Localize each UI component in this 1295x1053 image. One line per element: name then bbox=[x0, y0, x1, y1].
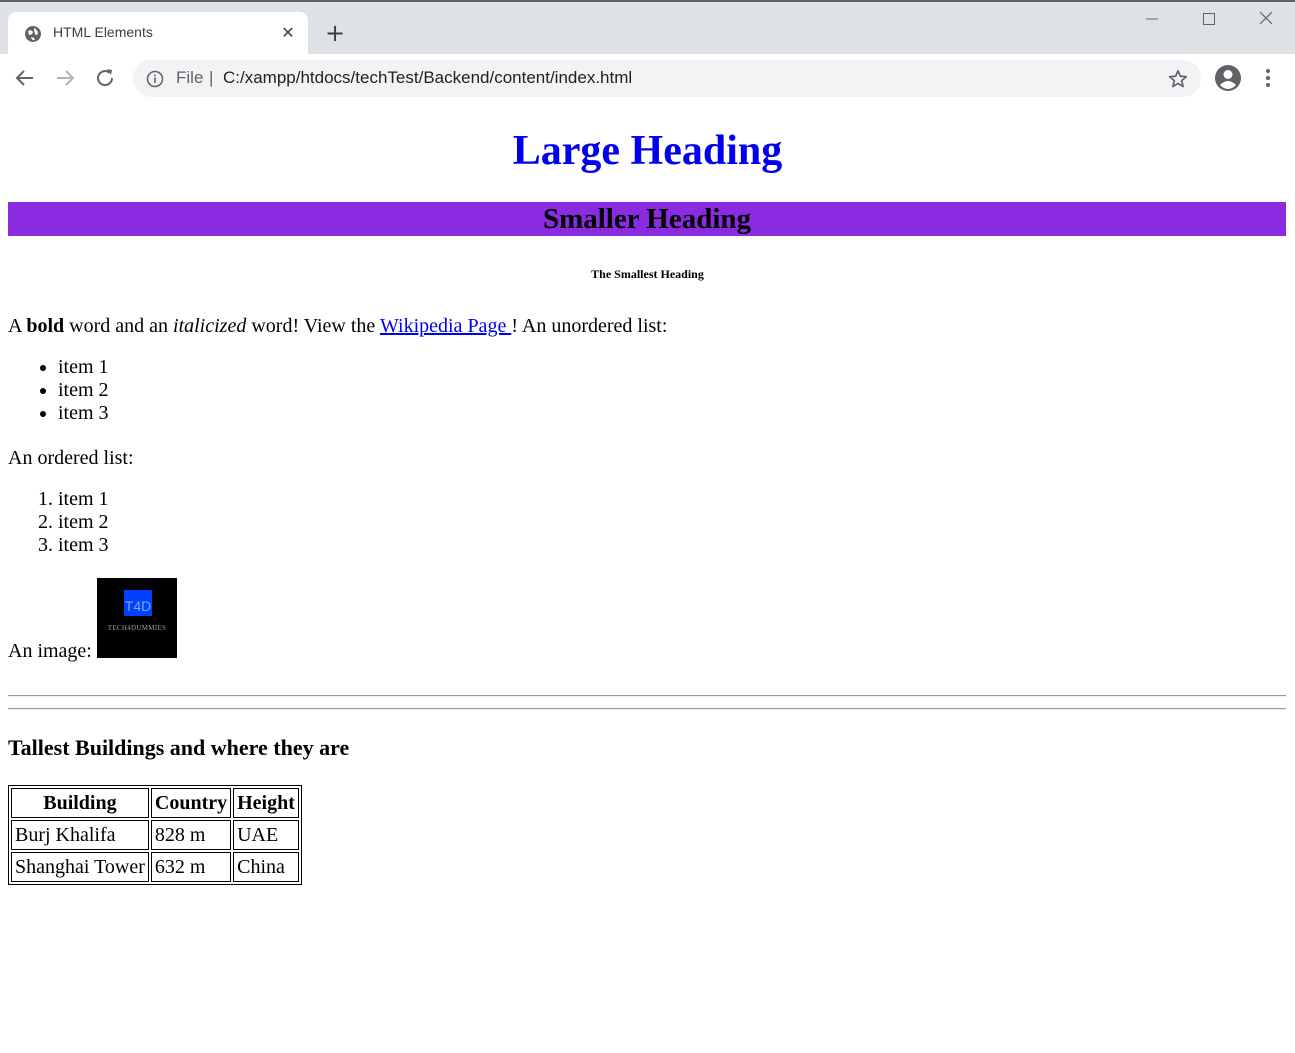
column-header: Building bbox=[11, 788, 149, 818]
url-text[interactable]: C:/xampp/htdocs/techTest/Backend/content… bbox=[223, 68, 632, 88]
list-item: item 1 bbox=[58, 356, 109, 379]
table-cell: Burj Khalifa bbox=[11, 820, 149, 850]
bookmark-star-icon[interactable] bbox=[1167, 68, 1189, 90]
wikipedia-link[interactable]: Wikipedia Page bbox=[380, 315, 511, 337]
horizontal-rule bbox=[8, 708, 1286, 710]
window-close-icon[interactable] bbox=[1251, 10, 1281, 34]
logo-text: T4D bbox=[124, 598, 152, 614]
tech4dummies-logo-image: T4D TECH4DUMMIES bbox=[97, 578, 177, 658]
logo-subtext: TECH4DUMMIES bbox=[107, 624, 167, 632]
italic-word: italicized bbox=[173, 315, 247, 337]
table-heading: Tallest Buildings and where they are bbox=[8, 735, 350, 760]
tab-strip: HTML Elements ✕ + bbox=[0, 2, 1295, 56]
bold-word: bold bbox=[26, 315, 65, 337]
image-label: An image: bbox=[8, 640, 92, 662]
para-text-2: word and an bbox=[64, 315, 174, 337]
table-row: Shanghai Tower 632 m China bbox=[11, 852, 299, 882]
para-text-4: ! An unordered list: bbox=[511, 315, 668, 337]
minimize-icon[interactable] bbox=[1137, 10, 1167, 34]
browser-tab[interactable]: HTML Elements ✕ bbox=[8, 12, 308, 56]
globe-icon bbox=[25, 26, 41, 42]
smaller-heading: Smaller Heading bbox=[8, 202, 1286, 236]
horizontal-rule bbox=[8, 695, 1286, 697]
list-item: item 3 bbox=[58, 534, 109, 557]
ordered-list: item 1 item 2 item 3 bbox=[18, 488, 109, 557]
buildings-table: Building Country Height Burj Khalifa 828… bbox=[8, 785, 302, 885]
unordered-list: item 1 item 2 item 3 bbox=[18, 356, 109, 425]
back-arrow-icon[interactable] bbox=[13, 66, 37, 90]
new-tab-button[interactable]: + bbox=[322, 20, 348, 46]
url-scheme-label: File bbox=[176, 68, 204, 87]
more-menu-icon[interactable] bbox=[1258, 66, 1278, 90]
table-row: Burj Khalifa 828 m UAE bbox=[11, 820, 299, 850]
list-item: item 2 bbox=[58, 379, 109, 402]
list-item: item 1 bbox=[58, 488, 109, 511]
smallest-heading: The Smallest Heading bbox=[591, 267, 704, 281]
table-cell: 632 m bbox=[150, 852, 232, 882]
large-heading: Large Heading bbox=[512, 128, 783, 174]
table-cell: China bbox=[233, 852, 299, 882]
browser-chrome: HTML Elements ✕ + File | C:/xampp/htdocs… bbox=[0, 0, 1295, 104]
reload-icon[interactable] bbox=[93, 66, 117, 90]
table-cell: UAE bbox=[233, 820, 299, 850]
ordered-list-label: An ordered list: bbox=[8, 447, 134, 469]
table-cell: Shanghai Tower bbox=[11, 852, 149, 882]
forward-arrow-icon[interactable] bbox=[53, 66, 77, 90]
column-header: Height bbox=[233, 788, 299, 818]
url-separator: | bbox=[209, 68, 214, 87]
list-item: item 3 bbox=[58, 402, 109, 425]
browser-toolbar: File | C:/xampp/htdocs/techTest/Backend/… bbox=[0, 54, 1295, 104]
tab-title: HTML Elements bbox=[53, 24, 153, 40]
page-content: Large Heading Smaller Heading The Smalle… bbox=[0, 101, 1295, 1053]
maximize-icon[interactable] bbox=[1194, 10, 1224, 34]
profile-avatar-icon[interactable] bbox=[1214, 64, 1242, 92]
intro-paragraph: A bold word and an italicized word! View… bbox=[8, 314, 667, 338]
para-text-1: A bbox=[8, 315, 27, 337]
para-text-3: word! View the bbox=[246, 315, 380, 337]
column-header: Country bbox=[150, 788, 232, 818]
table-cell: 828 m bbox=[150, 820, 232, 850]
address-bar[interactable]: File | C:/xampp/htdocs/techTest/Backend/… bbox=[133, 60, 1201, 97]
list-item: item 2 bbox=[58, 511, 109, 534]
table-header-row: Building Country Height bbox=[11, 788, 299, 818]
close-tab-icon[interactable]: ✕ bbox=[278, 23, 298, 43]
info-icon[interactable] bbox=[146, 70, 164, 88]
